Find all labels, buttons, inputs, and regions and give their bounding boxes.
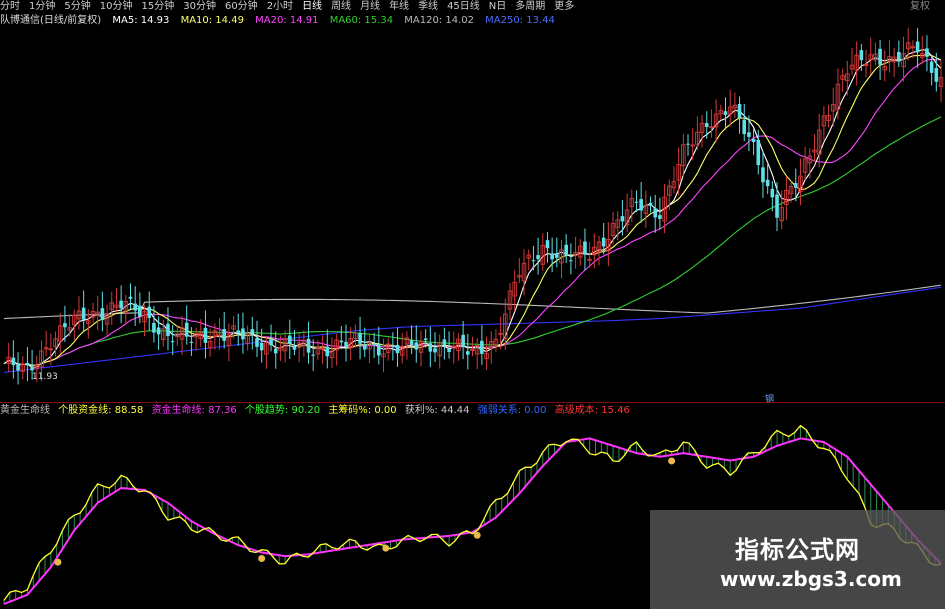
signal-marker — [258, 554, 266, 562]
signal-marker — [668, 457, 676, 465]
signal-marker — [382, 544, 390, 552]
watermark-title: 指标公式网 — [735, 536, 860, 564]
watermark-url: www.zbgs3.com — [720, 567, 902, 591]
signal-marker — [473, 531, 481, 539]
watermark: 指标公式网 www.zbgs3.com — [650, 510, 945, 609]
signal-marker — [54, 558, 62, 566]
